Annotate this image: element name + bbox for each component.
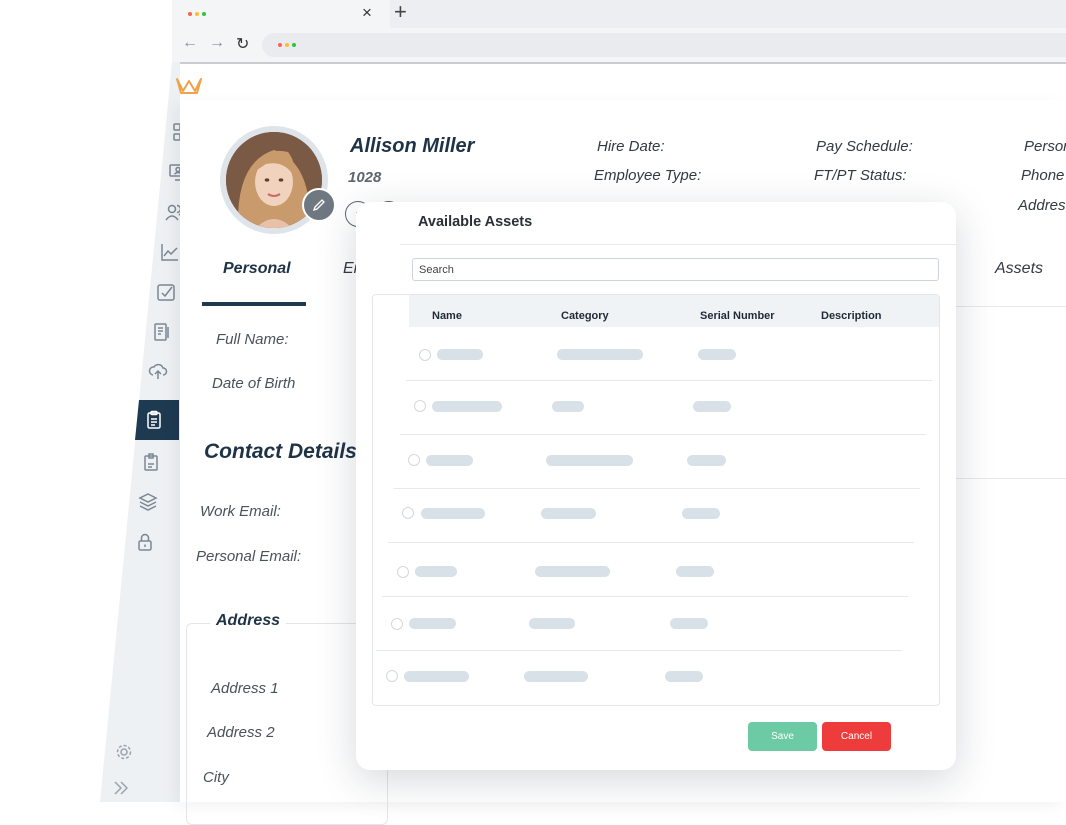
row-1-radio[interactable] — [419, 349, 431, 361]
new-tab-icon[interactable]: + — [394, 0, 407, 25]
row-4-category-placeholder — [541, 508, 596, 519]
dot-yellow — [285, 43, 289, 47]
dot-red — [278, 43, 282, 47]
row-4-serial-placeholder — [682, 508, 720, 519]
edit-avatar-button[interactable] — [302, 188, 336, 222]
browser-tab[interactable]: × — [172, 0, 390, 28]
ftpt-status-label: FT/PT Status: — [814, 167, 907, 184]
row-7-name-placeholder — [404, 671, 469, 682]
hire-date-label: Hire Date: — [597, 138, 665, 155]
close-tab-icon[interactable]: × — [362, 3, 372, 23]
tab-strip: × + — [172, 0, 1066, 28]
row-6-category-placeholder — [529, 618, 575, 629]
row-7-radio[interactable] — [386, 670, 398, 682]
tab-dots — [188, 12, 206, 16]
address-legend: Address — [210, 612, 287, 630]
row-5-category-placeholder — [535, 566, 610, 577]
city-label: City — [203, 769, 229, 786]
row-3-name-placeholder — [426, 455, 473, 466]
row-divider — [394, 488, 920, 489]
row-divider — [406, 380, 932, 381]
row-2-radio[interactable] — [414, 400, 426, 412]
dot-yellow — [195, 12, 199, 16]
chart-icon[interactable] — [159, 241, 181, 263]
row-3-category-placeholder — [546, 455, 633, 466]
row-4-radio[interactable] — [402, 507, 414, 519]
cloud-upload-icon[interactable] — [147, 361, 169, 383]
row-1-serial-placeholder — [698, 349, 736, 360]
row-2-category-placeholder — [552, 401, 584, 412]
back-icon[interactable]: ← — [182, 34, 198, 52]
contact-details-title: Contact Details — [204, 440, 357, 463]
personal-label: Person — [1024, 138, 1066, 155]
expand-icon[interactable] — [110, 777, 132, 799]
address-dots — [278, 43, 296, 47]
tab-assets[interactable]: Assets — [995, 260, 1043, 278]
search-input[interactable] — [412, 258, 939, 281]
gear-icon[interactable] — [113, 741, 135, 763]
date-of-birth-label: Date of Birth — [212, 375, 296, 392]
row-6-radio[interactable] — [391, 618, 403, 630]
browser-chrome: × + ← → ↻ — [172, 0, 1066, 64]
save-button[interactable]: Save — [748, 722, 817, 751]
row-1-category-placeholder — [557, 349, 643, 360]
address2-label: Address 2 — [207, 724, 275, 741]
row-4-name-placeholder — [421, 508, 485, 519]
column-name[interactable]: Name — [432, 310, 462, 322]
row-3-serial-placeholder — [687, 455, 726, 466]
document-icon[interactable] — [151, 321, 173, 343]
clipboard-icon[interactable] — [143, 409, 165, 431]
row-2-serial-placeholder — [693, 401, 731, 412]
badge-icon[interactable] — [140, 451, 162, 473]
lock-icon[interactable] — [134, 531, 156, 553]
active-tab-indicator — [202, 302, 306, 306]
row-6-serial-placeholder — [670, 618, 708, 629]
row-6-name-placeholder — [409, 618, 456, 629]
row-2-name-placeholder — [432, 401, 502, 412]
pencil-icon — [312, 199, 325, 212]
forward-icon[interactable]: → — [209, 34, 225, 52]
row-5-radio[interactable] — [397, 566, 409, 578]
dot-green — [202, 12, 206, 16]
personal-email-label: Personal Email: — [196, 548, 302, 565]
row-5-name-placeholder — [415, 566, 457, 577]
row-divider — [400, 434, 926, 435]
employee-name: Allison Miller — [350, 135, 475, 157]
row-5-serial-placeholder — [676, 566, 714, 577]
row-divider — [382, 596, 908, 597]
column-description[interactable]: Description — [821, 310, 882, 322]
dot-green — [292, 43, 296, 47]
row-1-name-placeholder — [437, 349, 483, 360]
tab-personal[interactable]: Personal — [223, 260, 291, 278]
address1-label: Address 1 — [211, 680, 279, 697]
crown-logo-icon — [176, 78, 202, 94]
layers-icon[interactable] — [137, 491, 159, 513]
column-category[interactable]: Category — [561, 310, 609, 322]
row-7-serial-placeholder — [665, 671, 703, 682]
task-icon[interactable] — [155, 281, 177, 303]
reload-icon[interactable]: ↻ — [236, 34, 249, 54]
address-header-label: Addres — [1018, 197, 1066, 214]
modal-title: Available Assets — [418, 214, 533, 230]
work-email-label: Work Email: — [200, 503, 281, 520]
row-divider — [376, 650, 902, 651]
row-divider — [388, 542, 914, 543]
row-3-radio[interactable] — [408, 454, 420, 466]
dot-red — [188, 12, 192, 16]
cancel-button[interactable]: Cancel — [822, 722, 891, 751]
employee-type-label: Employee Type: — [594, 167, 702, 184]
pay-schedule-label: Pay Schedule: — [816, 138, 913, 155]
modal-header-divider — [400, 244, 956, 245]
column-serial-number[interactable]: Serial Number — [700, 310, 775, 322]
phone-label: Phone — [1021, 167, 1065, 184]
employee-id: 1028 — [348, 169, 382, 186]
row-7-category-placeholder — [524, 671, 588, 682]
address-bar[interactable] — [262, 33, 1066, 57]
full-name-label: Full Name: — [216, 331, 289, 348]
